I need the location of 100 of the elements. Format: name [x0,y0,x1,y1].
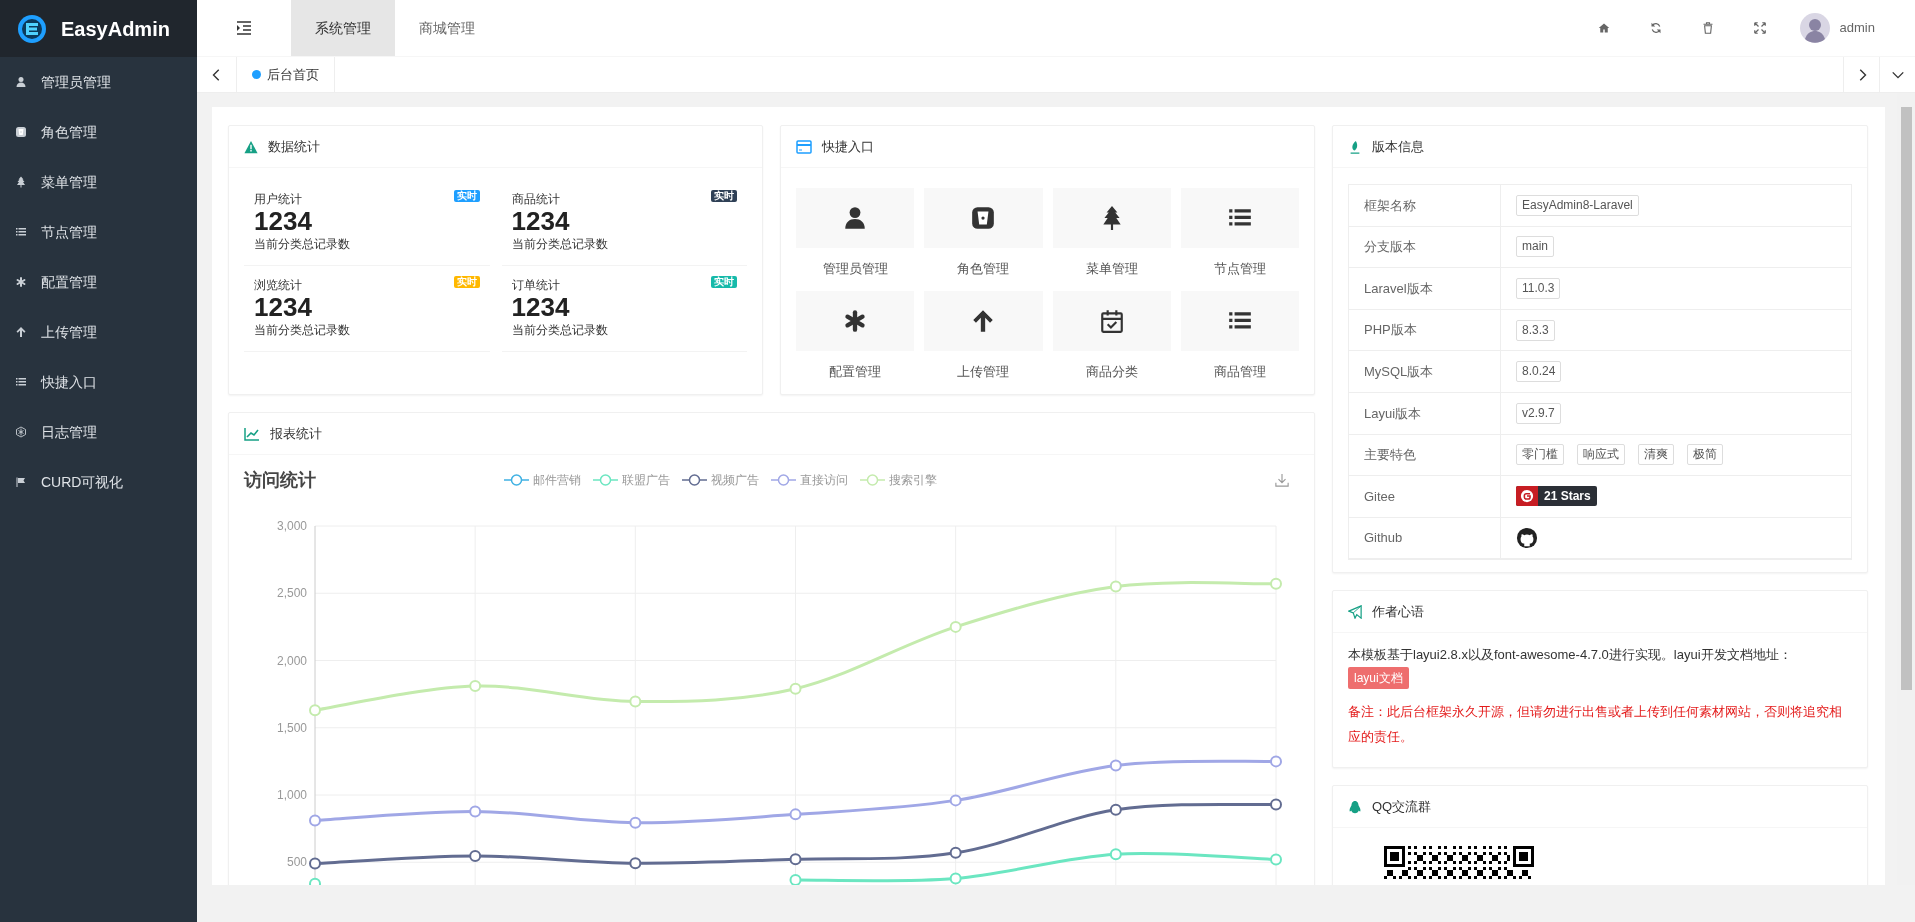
hexagon-icon [15,426,27,438]
table-cell: Laravel版本 [1349,268,1501,309]
point [629,816,642,829]
menu-toggle-icon [236,21,252,35]
download-button[interactable] [1275,473,1289,487]
sidebar-item[interactable]: 角色管理 [0,107,197,157]
stat-label: 浏览统计 [254,278,302,292]
asterisk-icon [15,276,27,288]
tree-icon [15,176,27,188]
point [1270,853,1282,866]
table-cell: 框架名称 [1349,185,1501,226]
legend-label: 邮件营销 [533,472,581,489]
logo-icon [17,13,47,44]
legend-marker-icon [771,473,796,487]
nav-tab[interactable]: 系统管理 [291,0,395,56]
point [949,872,962,885]
version-tag: 响应式 [1577,444,1625,466]
version-tag: 11.0.3 [1516,278,1561,299]
realtime-badge: 实时 [453,190,480,202]
point [789,853,802,866]
list-icon [15,226,27,238]
point [949,794,962,807]
github-link[interactable] [1516,527,1538,550]
stat-note: 当前分类总记录数 [254,322,351,338]
version-tag: v2.9.7 [1516,402,1561,424]
table-cell: Layui版本 [1349,392,1501,434]
point [949,620,962,633]
realtime-badge: 实时 [453,276,480,288]
realtime-badge: 实时 [711,190,737,202]
stat-label: 商品统计 [511,192,560,206]
nav-tab[interactable]: 商城管理 [395,0,499,56]
point [309,814,321,827]
stars-badge[interactable]: 21 Stars [1516,486,1597,507]
sidebar-item[interactable]: 菜单管理 [0,157,197,207]
stat-value: 1234 [511,292,571,322]
stat-note: 当前分类总记录数 [254,236,351,252]
stat-value: 1234 [254,292,313,322]
legend-label: 搜索引擎 [889,472,937,489]
realtime-badge: 实时 [711,276,737,288]
point [629,695,642,708]
axis-tick-label: 3,000 [276,519,307,533]
legend-marker-icon [682,473,707,487]
sidebar-item[interactable]: CURD可视化 [0,457,197,507]
sidebar-item[interactable]: 快捷入口 [0,357,197,407]
axis-tick-label: 500 [286,855,307,870]
point [469,805,482,818]
point [469,850,482,863]
card-title: 快捷入口 [822,137,874,156]
table-cell: PHP版本 [1349,309,1501,351]
legend-marker-icon [593,473,618,487]
version-tag: EasyAdmin8-Laravel [1516,194,1639,216]
axis-tick-label: 1,500 [276,720,307,735]
list-icon [15,376,27,388]
stat-value: 1234 [511,206,571,236]
card-title: 作者心语 [1372,602,1424,621]
legend-label: 直接访问 [800,472,848,489]
leaf-icon [1348,139,1362,154]
version-tag: 8.0.24 [1516,361,1562,383]
legend-marker-icon [860,473,885,487]
table-cell: 分支版本 [1349,226,1501,268]
version-tag: 零门槛 [1516,444,1564,466]
home-icon [1597,22,1610,34]
point [309,704,321,717]
point [1109,848,1122,861]
scrollbar-thumb[interactable] [1900,107,1912,690]
stat-label: 订单统计 [511,278,560,292]
axis-tick-label: 1,000 [276,788,307,802]
card-title: 版本信息 [1372,137,1424,156]
sidebar-item[interactable]: 上传管理 [0,307,197,357]
version-tag: main [1516,236,1554,258]
card-title: 报表统计 [270,424,322,443]
penguin-icon [1348,799,1362,814]
intro-text: 本模板基于layui2.8.x以及font-awesome-4.7.0进行实现。layui开发文档地址： [1348,646,1792,664]
point [629,857,642,870]
point [1270,798,1282,811]
sidebar-item[interactable]: 节点管理 [0,207,197,257]
user-icon [15,76,27,88]
point [1109,759,1122,772]
legend-label: 视频广告 [711,472,759,489]
arrow-up-icon [15,326,27,338]
sidebar-item[interactable]: 配置管理 [0,257,197,307]
card-title: QQ交流群 [1372,797,1432,816]
card-icon [796,139,812,154]
warning-icon [244,139,258,154]
point [1109,803,1122,816]
badge-icon [15,126,27,138]
fullscreen-icon [1753,22,1766,34]
page-tab[interactable]: 后台首页 [237,57,335,92]
legend-marker-icon [504,473,529,487]
user-name[interactable]: admin [1839,18,1875,38]
point [309,857,321,870]
sidebar-item[interactable]: 管理员管理 [0,57,197,107]
refresh-icon [1649,22,1662,34]
calendar-check-icon [1098,308,1125,334]
point [789,682,802,695]
stat-value: 1234 [254,206,313,236]
version-tag: 8.3.3 [1516,319,1555,341]
download-icon [1275,473,1289,487]
sidebar-item[interactable]: 日志管理 [0,407,197,457]
trash-icon [1701,22,1714,34]
